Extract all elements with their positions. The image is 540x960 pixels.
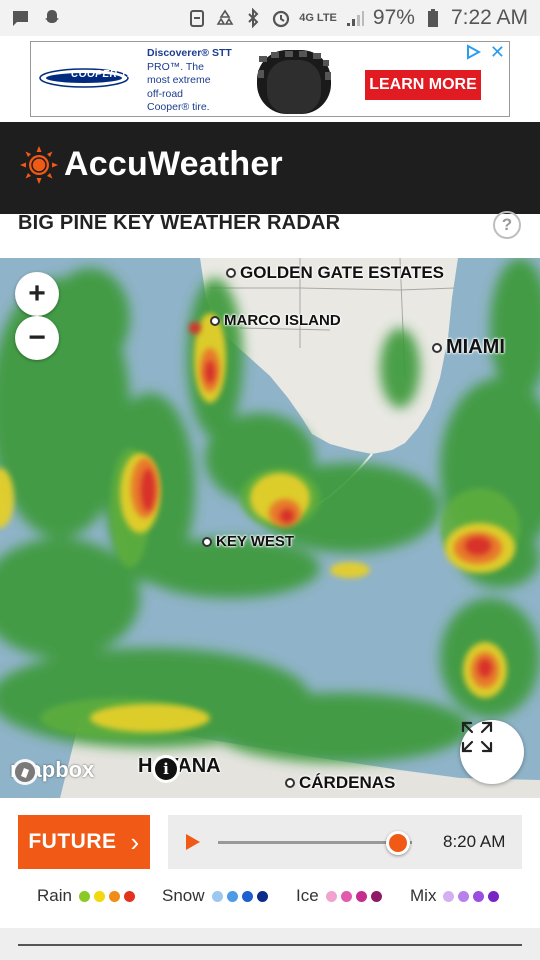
divider bbox=[18, 944, 522, 946]
legend-rain: Rain bbox=[37, 886, 135, 906]
tire-image bbox=[257, 50, 331, 114]
city-label: KEY WEST bbox=[216, 533, 295, 550]
city-marker bbox=[285, 778, 295, 788]
ad-copy-line: PRO™. The bbox=[147, 60, 204, 73]
zoom-out-button[interactable]: − bbox=[15, 316, 59, 360]
legend-swatch bbox=[488, 890, 500, 902]
fullscreen-button[interactable] bbox=[460, 720, 524, 784]
city-marker bbox=[432, 342, 442, 353]
legend-swatch bbox=[370, 890, 382, 902]
legend-swatch bbox=[108, 890, 120, 902]
legend-swatch bbox=[78, 890, 90, 902]
battery-icon bbox=[427, 9, 438, 27]
recycle-icon bbox=[216, 9, 234, 25]
legend-mix: Mix bbox=[410, 886, 500, 906]
city-key-west[interactable]: KEY WEST bbox=[202, 533, 294, 550]
precip-legend: Rain Snow Ice Mix bbox=[0, 886, 540, 910]
sync-icon bbox=[190, 10, 205, 27]
city-marco-island[interactable]: MARCO ISLAND bbox=[210, 312, 341, 329]
ad-copy-line: Discoverer® STT bbox=[147, 47, 232, 59]
timeline-track[interactable] bbox=[218, 841, 412, 844]
legend-label: Ice bbox=[296, 886, 319, 905]
bluetooth-icon bbox=[248, 8, 259, 28]
play-icon[interactable] bbox=[186, 834, 200, 850]
ad-brand: COOPER TIRES bbox=[71, 69, 153, 80]
mapbox-logo-icon bbox=[12, 759, 38, 785]
chevron-right-icon: › bbox=[130, 826, 140, 857]
legend-swatch bbox=[325, 890, 337, 902]
snapchat-icon bbox=[45, 10, 59, 23]
ad-copy-line: Cooper® tire. bbox=[147, 101, 210, 113]
help-button[interactable]: ? bbox=[493, 211, 521, 239]
learn-more-button[interactable]: LEARN MORE bbox=[365, 70, 481, 100]
adchoices-icon[interactable] bbox=[465, 44, 481, 60]
legend-swatch bbox=[241, 890, 253, 902]
accuweather-sun-icon[interactable] bbox=[20, 146, 58, 184]
city-golden-gate-estates[interactable]: GOLDEN GATE ESTATES bbox=[226, 263, 444, 283]
message-icon bbox=[12, 11, 28, 26]
status-bar: 4G LTE 97% 7:22 AM bbox=[0, 0, 540, 36]
ad-copy-line: off-road bbox=[147, 87, 183, 100]
legend-swatch bbox=[355, 890, 367, 902]
ad-close-icon[interactable]: ✕ bbox=[490, 42, 505, 63]
page-title: BIG PINE KEY WEATHER RADAR bbox=[18, 212, 341, 234]
city-miami[interactable]: MIAMI bbox=[432, 336, 505, 359]
legend-swatch bbox=[473, 890, 485, 902]
ad-banner[interactable]: COOPER TIRES Discoverer® STT PRO™. The m… bbox=[30, 41, 510, 117]
legend-swatch bbox=[340, 890, 352, 902]
legend-swatch bbox=[256, 890, 268, 902]
brand-name[interactable]: AccuWeather bbox=[64, 145, 283, 184]
network-4g-label: 4G LTE bbox=[299, 12, 337, 24]
legend-swatch bbox=[443, 890, 455, 902]
legend-swatch bbox=[93, 890, 105, 902]
city-label: GOLDEN GATE ESTATES bbox=[240, 263, 445, 282]
map-info-button[interactable]: i bbox=[152, 755, 180, 783]
city-label: MIAMI bbox=[446, 336, 505, 358]
zoom-in-button[interactable]: + bbox=[15, 272, 59, 316]
legend-label: Rain bbox=[37, 886, 72, 905]
city-label: CÁRDENAS bbox=[299, 773, 396, 792]
future-button[interactable]: FUTURE › bbox=[18, 815, 150, 869]
battery-percent: 97% bbox=[372, 6, 415, 29]
ad-banner-area: COOPER TIRES Discoverer® STT PRO™. The m… bbox=[0, 36, 540, 122]
signal-icon bbox=[346, 11, 364, 26]
legend-ice: Ice bbox=[296, 886, 382, 906]
legend-swatch bbox=[123, 890, 135, 902]
legend-swatch bbox=[226, 890, 238, 902]
legend-label: Snow bbox=[162, 886, 205, 905]
info-icon: i bbox=[155, 758, 177, 780]
ad-copy-line: most extreme bbox=[147, 74, 211, 86]
mapbox-attribution[interactable]: mapbox bbox=[10, 757, 94, 785]
city-cardenas[interactable]: CÁRDENAS bbox=[285, 773, 395, 793]
city-marker bbox=[202, 536, 212, 547]
clock: 7:22 AM bbox=[450, 6, 528, 29]
legend-snow: Snow bbox=[162, 886, 268, 906]
city-marker bbox=[226, 268, 236, 278]
legend-swatch bbox=[211, 890, 223, 902]
future-label: FUTURE bbox=[28, 830, 117, 853]
city-label: MARCO ISLAND bbox=[224, 312, 341, 329]
ad-copy: Discoverer® STT PRO™. The most extreme o… bbox=[147, 47, 237, 115]
city-marker bbox=[210, 315, 220, 326]
expand-icon bbox=[461, 721, 493, 753]
radar-map[interactable]: GOLDEN GATE ESTATES MARCO ISLAND MIAMI K… bbox=[0, 258, 540, 798]
alarm-icon bbox=[273, 10, 290, 28]
legend-label: Mix bbox=[410, 886, 437, 905]
legend-swatch bbox=[458, 890, 470, 902]
timeline-time: 8:20 AM bbox=[443, 832, 506, 851]
